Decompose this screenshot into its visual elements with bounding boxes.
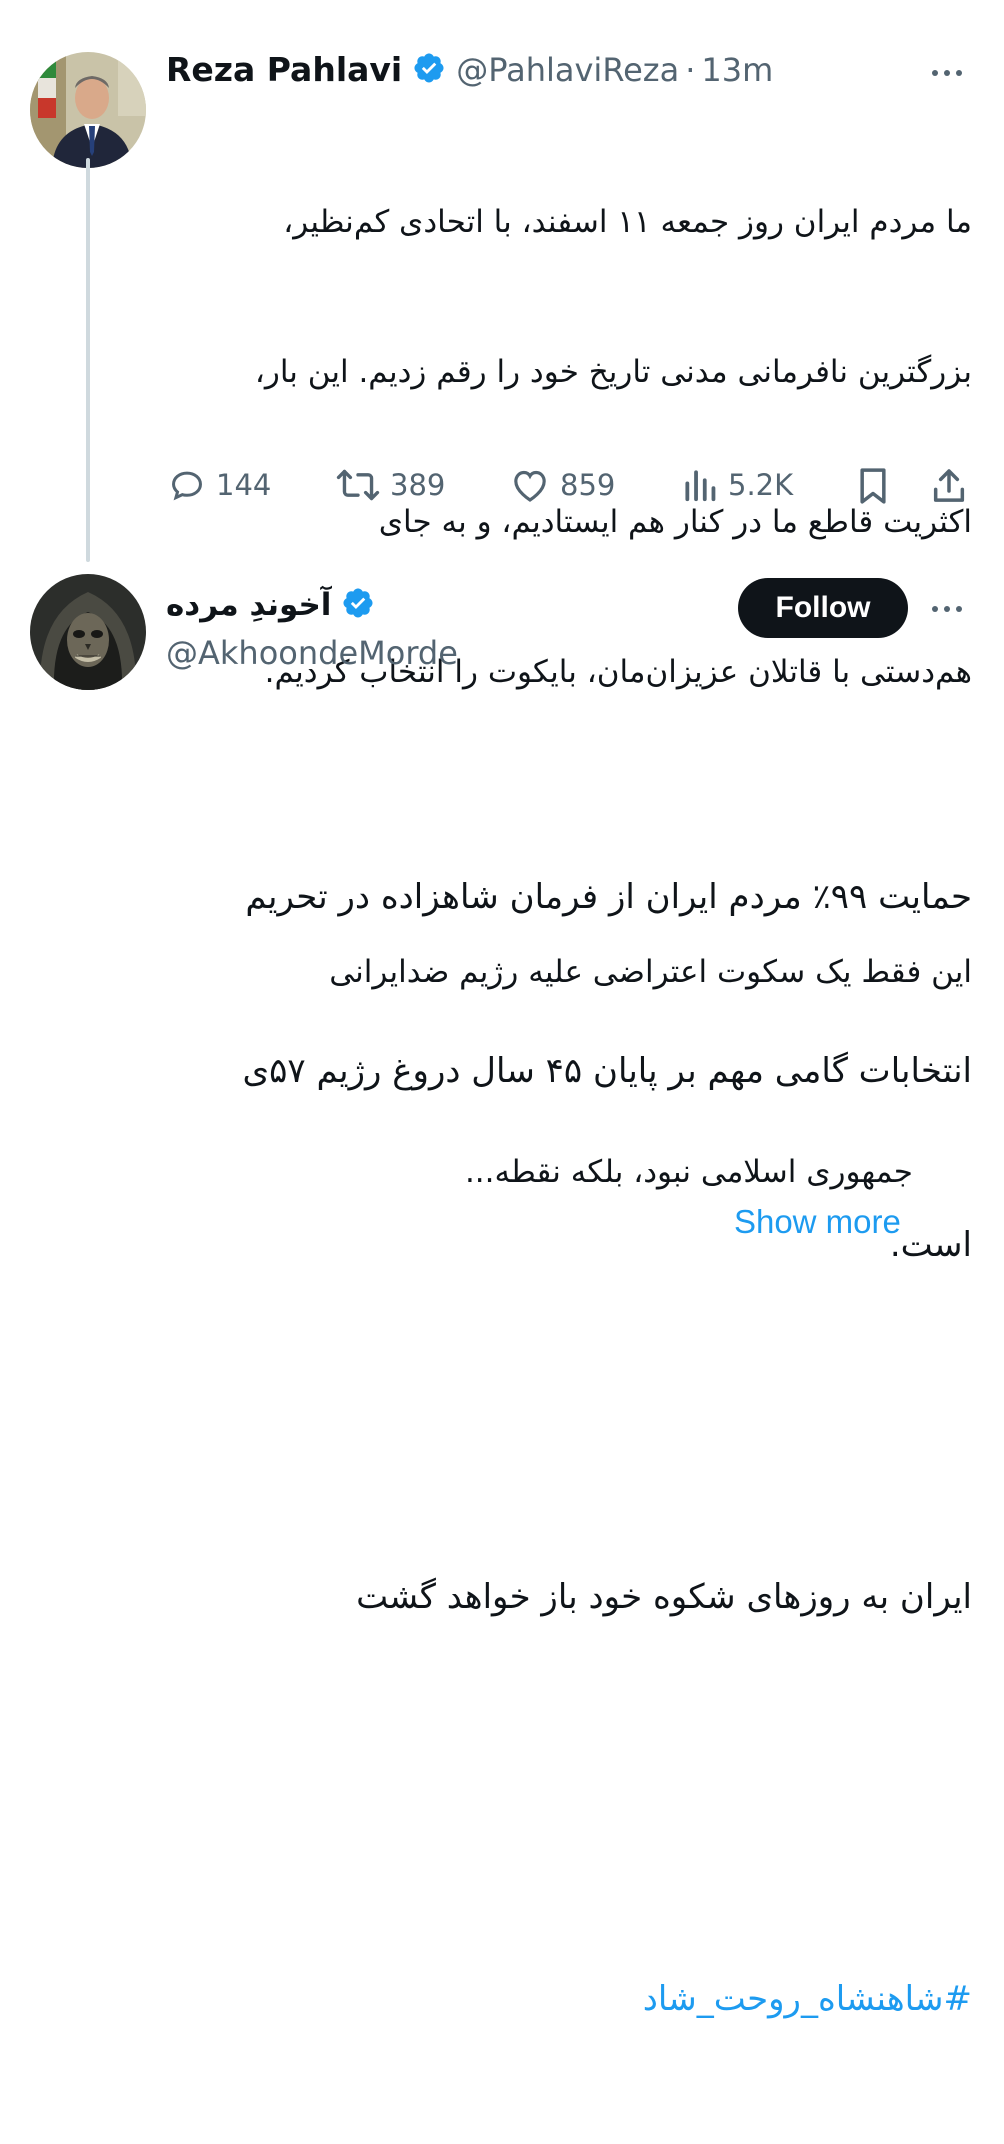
separator: · xyxy=(685,50,696,89)
share-icon xyxy=(930,466,968,506)
display-name[interactable]: آخوندِ مرده xyxy=(166,587,331,623)
more-icon[interactable] xyxy=(932,606,962,612)
follow-button[interactable]: Follow xyxy=(738,578,908,638)
handle[interactable]: @PahlaviReza xyxy=(456,51,679,89)
views-button[interactable]: 5.2K xyxy=(682,466,793,504)
reply-button[interactable]: 144 xyxy=(168,466,271,504)
timestamp[interactable]: 13m xyxy=(701,51,773,89)
reply-count: 144 xyxy=(216,468,272,502)
tweet-text: حمایت ۹۹٪ مردم ایران از فرمان شاهزاده در… xyxy=(100,752,972,2144)
tweet-header: Reza Pahlavi @PahlaviReza · 13m xyxy=(166,50,773,89)
text-line: ما مردم ایران روز جمعه ۱۱ اسفند، با اتحا… xyxy=(283,204,972,240)
retweet-icon xyxy=(336,466,380,504)
text-line: حمایت ۹۹٪ مردم ایران از فرمان شاهزاده در… xyxy=(245,877,972,917)
text-line: انتخابات گامی مهم بر پایان ۴۵ سال دروغ ر… xyxy=(242,1051,972,1091)
more-icon[interactable] xyxy=(932,70,962,76)
hashtag-link[interactable]: #شاهنشاه_روحت_شاد xyxy=(100,1970,972,2028)
tweet-header: آخوندِ مرده xyxy=(166,586,375,624)
heart-icon xyxy=(510,466,550,504)
text-line: بزرگترین نافرمانی مدنی تاریخ خود را رقم … xyxy=(254,354,972,390)
reply-icon xyxy=(168,466,206,504)
verified-badge-icon xyxy=(341,586,375,624)
bookmark-button[interactable] xyxy=(856,466,890,506)
text-line xyxy=(100,1742,972,1854)
display-name[interactable]: Reza Pahlavi xyxy=(166,50,402,89)
text-line: اکثریت قاطع ما در کنار هم ایستادیم، و به… xyxy=(378,504,972,540)
text-line: است. xyxy=(889,1225,972,1265)
text-line: ایران به روزهای شکوه خود باز خواهد گشت xyxy=(356,1577,972,1617)
verified-badge-icon xyxy=(412,51,446,89)
like-count: 859 xyxy=(560,468,616,502)
avatar[interactable] xyxy=(30,52,146,168)
text-line xyxy=(100,1390,972,1448)
share-button[interactable] xyxy=(930,466,968,506)
views-count: 5.2K xyxy=(728,468,794,502)
retweet-button[interactable]: 389 xyxy=(336,466,445,504)
bookmark-icon xyxy=(856,466,890,506)
like-button[interactable]: 859 xyxy=(510,466,615,504)
handle[interactable]: @AkhoondeMorde xyxy=(166,634,458,672)
thread-connector xyxy=(86,158,90,562)
views-icon xyxy=(682,466,718,504)
avatar[interactable] xyxy=(30,574,146,690)
retweet-count: 389 xyxy=(390,468,446,502)
